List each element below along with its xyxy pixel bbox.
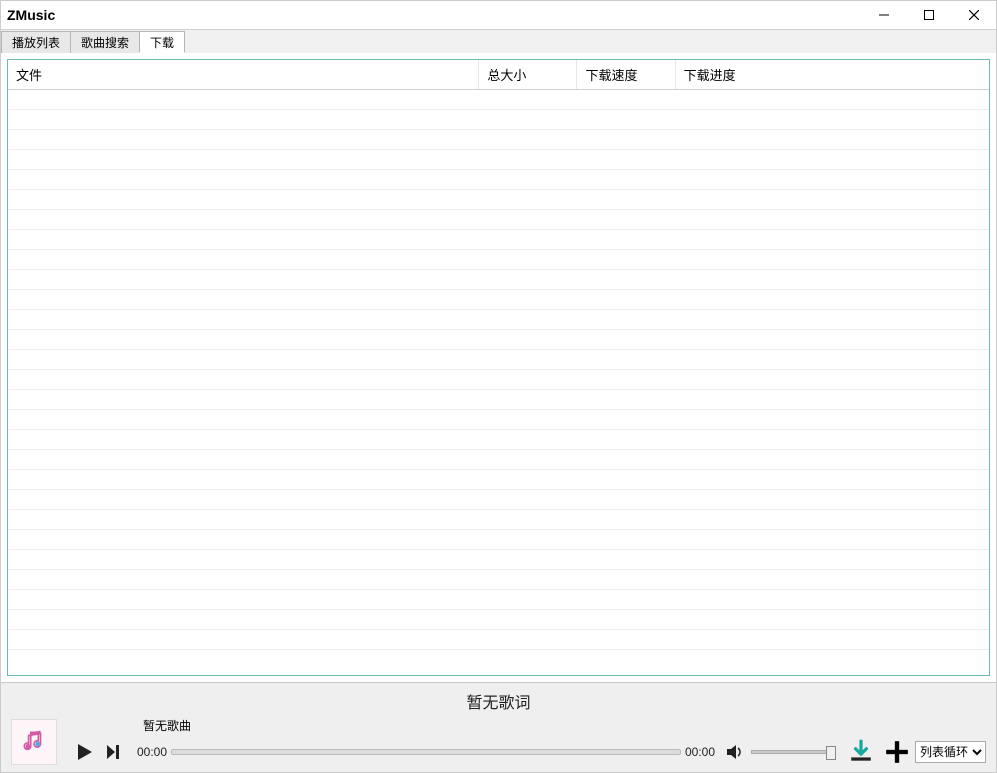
lyrics-text: 暂无歌词 [1, 683, 996, 717]
table-row [8, 330, 989, 350]
table-row [8, 390, 989, 410]
table-row [8, 370, 989, 390]
download-table: 文件 总大小 下载速度 下载进度 [7, 59, 990, 676]
tab-playlist[interactable]: 播放列表 [1, 31, 71, 53]
time-current: 00:00 [137, 745, 167, 759]
play-button[interactable] [73, 740, 97, 764]
column-header-progress[interactable]: 下载进度 [675, 60, 989, 90]
maximize-button[interactable] [906, 1, 951, 29]
column-header-speed[interactable]: 下载速度 [577, 60, 675, 90]
table-row [8, 630, 989, 650]
table-row [8, 170, 989, 190]
play-icon [75, 742, 95, 762]
download-icon [848, 739, 874, 765]
volume-control [725, 742, 837, 762]
maximize-icon [924, 10, 934, 20]
table-row [8, 490, 989, 510]
song-title: 暂无歌曲 [73, 717, 986, 734]
loop-mode-select[interactable]: 列表循环 [915, 741, 986, 763]
download-button[interactable] [847, 738, 875, 766]
table-row [8, 150, 989, 170]
volume-thumb[interactable] [826, 746, 836, 760]
table-row [8, 450, 989, 470]
column-header-size[interactable]: 总大小 [479, 60, 577, 90]
music-note-icon [21, 729, 47, 755]
player-bar: 暂无歌词 暂无歌曲 00:00 [1, 682, 996, 772]
add-button[interactable] [883, 738, 911, 766]
table-row [8, 610, 989, 630]
content-area: 文件 总大小 下载速度 下载进度 [1, 53, 996, 682]
time-total: 00:00 [685, 745, 715, 759]
window-controls [861, 1, 996, 29]
window-title: ZMusic [7, 7, 55, 23]
close-icon [969, 10, 979, 20]
table-row [8, 130, 989, 150]
tab-search[interactable]: 歌曲搜索 [70, 31, 140, 53]
table-row [8, 510, 989, 530]
table-row [8, 530, 989, 550]
tab-download[interactable]: 下载 [139, 31, 185, 53]
progress-slider[interactable] [171, 749, 681, 755]
table-row [8, 590, 989, 610]
plus-icon [884, 739, 910, 765]
table-row [8, 430, 989, 450]
volume-icon[interactable] [725, 742, 745, 762]
volume-slider[interactable] [751, 750, 831, 754]
table-row [8, 570, 989, 590]
table-row [8, 470, 989, 490]
minimize-icon [879, 10, 889, 20]
table-row [8, 250, 989, 270]
window-titlebar: ZMusic [1, 1, 996, 29]
table-row [8, 190, 989, 210]
column-header-file[interactable]: 文件 [8, 60, 479, 90]
minimize-button[interactable] [861, 1, 906, 29]
tabstrip: 播放列表 歌曲搜索 下载 [1, 29, 996, 53]
next-button[interactable] [103, 740, 127, 764]
close-button[interactable] [951, 1, 996, 29]
table-row [8, 550, 989, 570]
table-row [8, 110, 989, 130]
table-row [8, 310, 989, 330]
table-row [8, 410, 989, 430]
album-art [11, 719, 57, 765]
table-row [8, 210, 989, 230]
table-row [8, 290, 989, 310]
table-row [8, 350, 989, 370]
table-row [8, 90, 989, 110]
table-row [8, 230, 989, 250]
table-row [8, 270, 989, 290]
next-icon [105, 742, 125, 762]
download-table-body[interactable] [8, 90, 989, 675]
